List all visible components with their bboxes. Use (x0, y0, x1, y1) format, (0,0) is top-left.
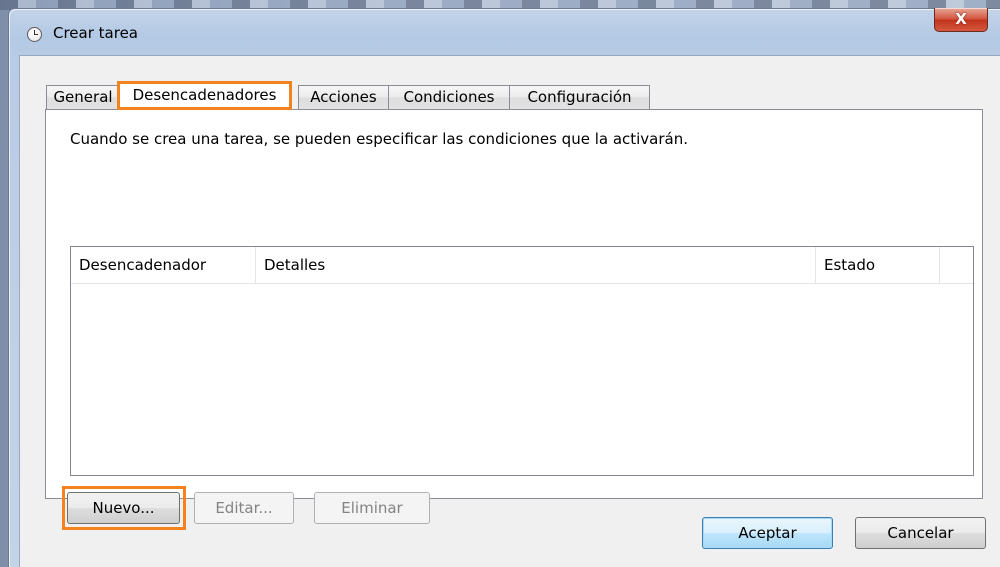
clock-icon (27, 27, 42, 42)
list-header: Desencadenador Detalles Estado (71, 247, 973, 284)
tab-acciones[interactable]: Acciones (298, 85, 389, 109)
column-header-desencadenador[interactable]: Desencadenador (71, 247, 256, 283)
tab-configuracion[interactable]: Configuración (509, 85, 650, 109)
column-header-estado[interactable]: Estado (816, 247, 940, 283)
list-body[interactable] (71, 284, 973, 475)
tab-desencadenadores[interactable]: Desencadenadores (117, 81, 292, 110)
title-bar[interactable]: Crear tarea X (9, 8, 1000, 55)
dialog-client-area: General Desencadenadores Acciones Condic… (19, 55, 1000, 567)
column-header-filler (940, 247, 973, 283)
cancel-button[interactable]: Cancelar (855, 517, 986, 549)
new-button[interactable]: Nuevo... (67, 492, 180, 524)
delete-button[interactable]: Eliminar (314, 492, 430, 524)
tab-general[interactable]: General (46, 85, 120, 109)
create-task-dialog: Crear tarea X General Desencadenadores A… (8, 8, 1000, 567)
column-header-detalles[interactable]: Detalles (256, 247, 816, 283)
triggers-list[interactable]: Desencadenador Detalles Estado (70, 246, 974, 476)
edit-button[interactable]: Editar... (194, 492, 294, 524)
triggers-tab-panel: Cuando se crea una tarea, se pueden espe… (45, 109, 983, 499)
window-title: Crear tarea (53, 24, 138, 42)
close-button[interactable]: X (934, 8, 988, 32)
tab-condiciones[interactable]: Condiciones (388, 85, 510, 109)
panel-description: Cuando se crea una tarea, se pueden espe… (70, 130, 689, 148)
ok-button[interactable]: Aceptar (702, 517, 833, 549)
close-icon: X (955, 10, 967, 28)
